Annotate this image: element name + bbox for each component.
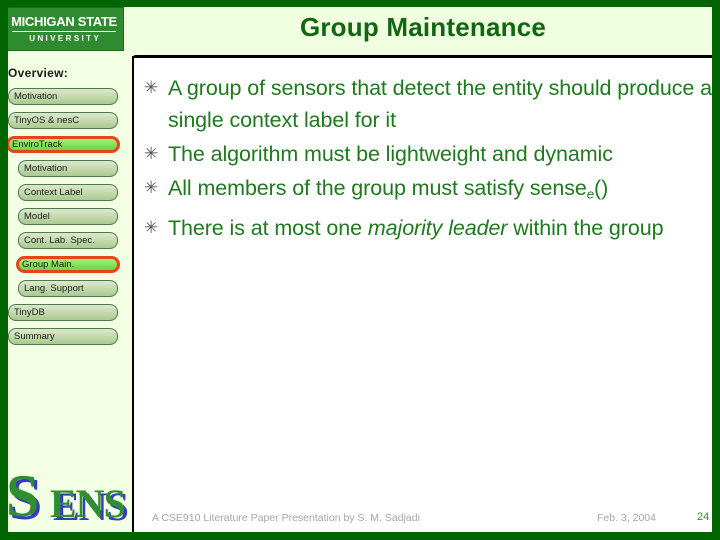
left-frame-bar <box>0 0 8 540</box>
sidebar-item-label: Cont. Lab. Spec. <box>24 235 95 246</box>
bullet-text: All members of the group must satisfy se… <box>168 172 712 210</box>
slide-canvas: Group Maintenance MICHIGAN STATE UNIVERS… <box>0 0 720 540</box>
sidebar-divider <box>132 56 134 532</box>
bullet-text-run: e <box>586 186 595 202</box>
sidebar-item-envirotrack[interactable]: EnviroTrack <box>6 136 120 153</box>
sens-logo: S ENS <box>6 470 130 528</box>
footer-presentation-note: A CSE910 Literature Paper Presentation b… <box>152 512 420 524</box>
bullet-text-run: majority leader <box>367 216 508 241</box>
sidebar-item-context-label[interactable]: Context Label <box>18 184 118 201</box>
sidebar-heading: Overview: <box>8 66 69 80</box>
right-frame-bar <box>712 0 720 540</box>
sidebar-item-summary[interactable]: Summary <box>8 328 118 345</box>
asterisk-bullet-icon: ✳ <box>144 218 159 238</box>
bottom-frame-bar <box>0 532 720 540</box>
bullet-item: ✳ There is at most one majority leader wi… <box>140 212 712 244</box>
sidebar-item-label: Motivation <box>14 91 58 102</box>
sidebar-item-tinyos-nesc[interactable]: TinyOS & nesC <box>8 112 118 129</box>
bullet-item: ✳ All members of the group must satisfy s… <box>140 172 712 210</box>
header-underline <box>134 55 720 58</box>
bullet-text: The algorithm must be lightweight and dy… <box>168 138 712 170</box>
sidebar-item-label: Model <box>24 211 50 222</box>
sidebar-item-group-main[interactable]: Group Main. <box>16 256 120 273</box>
bullet-text: There is at most one majority leader wit… <box>168 212 712 244</box>
bullet-text-run: All members of the group must satisfy se… <box>168 176 587 200</box>
sidebar-item-motivation[interactable]: Motivation <box>8 88 118 105</box>
bullet-item: ✳ A group of sensors that detect the enti… <box>140 72 712 136</box>
asterisk-bullet-icon: ✳ <box>144 144 159 163</box>
page-title: Group Maintenance <box>299 12 547 42</box>
asterisk-bullet-icon: ✳ <box>144 178 159 197</box>
michigan-state-logo: MICHIGAN STATE UNIVERSITY <box>4 7 124 51</box>
sidebar-item-cont-lab-spec[interactable]: Cont. Lab. Spec. <box>18 232 118 249</box>
asterisk-bullet-icon: ✳ <box>144 78 159 97</box>
sidebar-item-label: TinyOS & nesC <box>14 115 80 126</box>
sidebar-nav-list: Motivation TinyOS & nesC EnviroTrack Motiva… <box>0 88 133 352</box>
bullet-text-run: The algorithm must be lightweight and dy… <box>168 142 613 166</box>
msu-logo-rule <box>12 31 116 32</box>
bullet-text-run: () <box>594 176 609 200</box>
sidebar-item-label: Summary <box>14 331 55 342</box>
sidebar-item-label: Motivation <box>24 163 68 174</box>
footer-date: Feb. 3, 2004 <box>597 512 656 524</box>
bullet-text-run: There is at most one <box>168 216 368 241</box>
bullet-text-run: within the group <box>507 216 664 241</box>
bullet-text: A group of sensors that detect the entit… <box>168 72 712 136</box>
sens-logo-text: ENS <box>50 481 126 526</box>
bullet-item: ✳ The algorithm must be lightweight and d… <box>140 138 712 170</box>
sidebar-item-lang-support[interactable]: Lang. Support <box>18 280 118 297</box>
top-frame-bar <box>0 0 720 7</box>
sidebar-item-label: Group Main. <box>22 259 75 270</box>
sidebar-item-label: EnviroTrack <box>12 139 63 150</box>
msu-logo-subtitle: UNIVERSITY <box>29 34 102 43</box>
footer-page-number: 24 <box>697 511 710 523</box>
sidebar-item-label: Context Label <box>24 187 83 198</box>
slide-body: ✳ A group of sensors that detect the enti… <box>140 72 712 246</box>
sens-logo-initial: S <box>6 470 40 528</box>
sidebar-item-tinydb[interactable]: TinyDB <box>8 304 118 321</box>
sidebar-item-model[interactable]: Model <box>18 208 118 225</box>
bullet-text-run: A group of sensors that detect the entit… <box>168 76 713 132</box>
sidebar-item-label: TinyDB <box>14 307 45 318</box>
sidebar-item-label: Lang. Support <box>24 283 84 294</box>
sidebar-item-motivation[interactable]: Motivation <box>18 160 118 177</box>
msu-logo-title: MICHIGAN STATE <box>11 14 117 29</box>
